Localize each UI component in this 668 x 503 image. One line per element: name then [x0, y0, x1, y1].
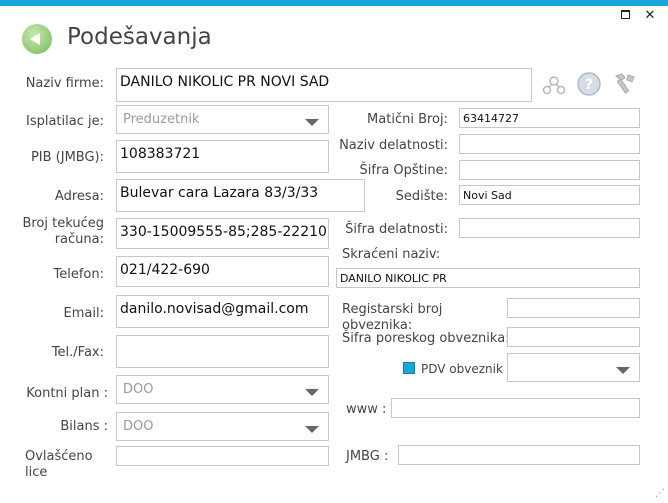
- isplatilac-value: Preduzetnik: [123, 112, 200, 127]
- pdv-obveznik-select[interactable]: [507, 353, 640, 382]
- sediste-label: Sedište:: [395, 189, 448, 204]
- back-icon[interactable]: [22, 24, 52, 54]
- svg-text:?: ?: [585, 77, 593, 93]
- pib-label: PIB (JMBG):: [30, 150, 104, 165]
- bilans-label: Bilans :: [60, 419, 108, 434]
- help-icon[interactable]: ?: [576, 71, 602, 97]
- sifra-poreskog-label: Šifra poreskog obveznika:: [342, 331, 510, 346]
- tools-icon[interactable]: [612, 70, 638, 96]
- close-icon: ✕: [644, 7, 656, 22]
- www-label: www :: [346, 402, 387, 417]
- isplatilac-select[interactable]: Preduzetnik: [116, 105, 329, 134]
- telfax-field[interactable]: [116, 335, 329, 368]
- chevron-down-icon: [305, 389, 319, 396]
- www-field[interactable]: [391, 398, 640, 418]
- maximize-button[interactable]: [617, 8, 633, 22]
- sifra-delatnosti-field[interactable]: [459, 218, 640, 238]
- maticni-broj-label: Matični Broj:: [367, 112, 448, 127]
- ovlasceno-lice-label: Ovlašćeno lice: [25, 449, 93, 480]
- pdv-obveznik-label: PDV obveznik: [421, 362, 503, 376]
- telfax-label: Tel./Fax:: [51, 345, 104, 360]
- sifra-poreskog-field[interactable]: [507, 327, 640, 347]
- kontni-plan-label: Kontni plan :: [26, 386, 108, 401]
- page-title: Podešavanja: [67, 24, 212, 50]
- bilans-select[interactable]: DOO: [116, 412, 329, 441]
- email-field[interactable]: danilo.novisad@gmail.com: [116, 295, 329, 328]
- jmbg-label: JMBG :: [346, 449, 389, 464]
- registarski-broj-label: Registarski broj obveznika:: [342, 302, 443, 333]
- sifra-opstine-field[interactable]: [459, 160, 640, 180]
- maximize-icon: [620, 10, 630, 19]
- pdv-obveznik-checkbox[interactable]: [403, 362, 415, 374]
- window-accent-bar: [0, 0, 668, 6]
- naziv-firme-field[interactable]: DANILO NIKOLIC PR NOVI SAD: [116, 68, 532, 102]
- racun-label-line1: Broj tekućeg: [22, 216, 104, 231]
- registarski-broj-field[interactable]: [507, 298, 640, 318]
- sediste-field[interactable]: Novi Sad: [459, 185, 640, 205]
- email-label: Email:: [63, 306, 104, 321]
- racun-field[interactable]: 330-15009555-85;285-2221050: [116, 218, 329, 249]
- jmbg-field[interactable]: [398, 445, 640, 465]
- isplatilac-label: Isplatilac je:: [26, 114, 104, 129]
- naziv-firme-label: Naziv firme:: [25, 76, 104, 91]
- chevron-down-icon: [616, 367, 630, 374]
- racun-label-line2: računa:: [54, 232, 104, 247]
- close-button[interactable]: ✕: [642, 8, 658, 22]
- naziv-delatnosti-field[interactable]: [459, 134, 640, 154]
- kontni-plan-value: DOO: [123, 382, 154, 397]
- skraceni-naziv-field[interactable]: DANILO NIKOLIC PR: [336, 268, 640, 288]
- pib-field[interactable]: 108383721: [116, 140, 329, 173]
- sifra-opstine-label: Šifra Opštine:: [359, 163, 448, 178]
- chevron-down-icon: [305, 119, 319, 126]
- naziv-delatnosti-label: Naziv delatnosti:: [339, 138, 448, 153]
- resize-grip-icon[interactable]: ⋰: [655, 488, 665, 499]
- kontni-plan-select[interactable]: DOO: [116, 375, 329, 404]
- maticni-broj-field[interactable]: 63414727: [459, 108, 640, 128]
- network-icon[interactable]: [541, 72, 567, 98]
- adresa-field[interactable]: Bulevar cara Lazara 83/3/33: [116, 179, 365, 212]
- chevron-down-icon: [305, 426, 319, 433]
- telefon-label: Telefon:: [53, 267, 105, 282]
- sifra-delatnosti-label: Šifra delatnosti:: [345, 222, 448, 237]
- telefon-field[interactable]: 021/422-690: [116, 256, 329, 287]
- adresa-label: Adresa:: [54, 189, 104, 204]
- racun-label: Broj tekućeg računa:: [10, 216, 104, 248]
- ovlasceno-lice-field[interactable]: [116, 446, 329, 466]
- skraceni-naziv-label: Skraćeni naziv:: [342, 247, 441, 262]
- bilans-value: DOO: [123, 419, 154, 434]
